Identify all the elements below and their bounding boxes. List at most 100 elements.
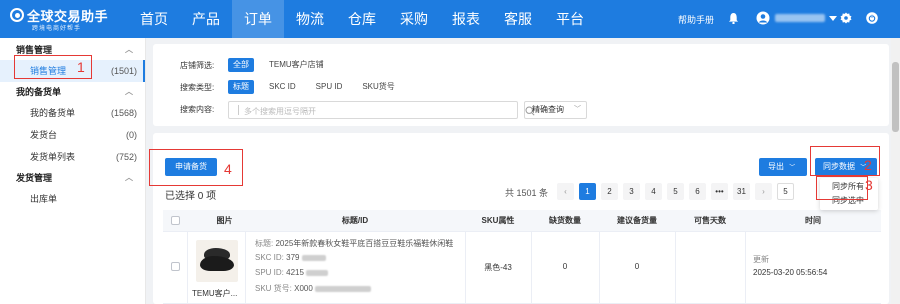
shop-option-all[interactable]: 全部 [228, 58, 254, 72]
column-divider [675, 232, 676, 304]
page-size-select[interactable]: 5 [777, 183, 794, 200]
sidebar-item-count: (1501) [110, 66, 137, 76]
sidebar-item-my-stock-orders[interactable]: 我的备货单 (1568) [0, 102, 145, 124]
menu-item-service[interactable]: 客服 [492, 0, 544, 38]
table-row[interactable]: TEMU客户... 标题: 2025年新款春秋女鞋平底百搭豆豆鞋乐福鞋休闲鞋 S… [163, 232, 881, 304]
sidebar-item-outbound-orders[interactable]: 出库单 [0, 188, 145, 210]
user-name-redacted [775, 14, 825, 22]
col-header-time: 时间 [805, 216, 821, 225]
page-button[interactable]: 2 [601, 183, 618, 200]
pagination: ‹ 1 2 3 4 5 6 ••• 31 › 5 [557, 183, 799, 200]
column-divider [245, 232, 246, 304]
sidebar-item-shipping-desk[interactable]: 发货台 (0) [0, 124, 145, 146]
shop-option-temu[interactable]: TEMU客户店铺 [264, 58, 329, 72]
chevron-up-icon: ︿ [125, 87, 133, 96]
app-logo[interactable]: 全球交易助手 跨境电商好帮手 [10, 5, 118, 33]
power-icon[interactable] [866, 12, 878, 24]
time-value: 2025-03-20 05:56:54 [753, 268, 828, 277]
chevron-up-icon: ︿ [125, 45, 133, 54]
page-button[interactable]: 3 [623, 183, 640, 200]
title-key: 标题: [255, 239, 274, 248]
redacted-value [305, 269, 328, 276]
shop-filter-row: 店铺筛选: 全部 TEMU客户店铺 [180, 57, 339, 73]
page-ellipsis[interactable]: ••• [711, 183, 728, 200]
export-button[interactable]: 导出 ﹀ [759, 158, 807, 176]
col-header-shortage: 缺货数量 [549, 216, 581, 225]
sidebar-item-count: (752) [115, 152, 137, 162]
menu-item-reports[interactable]: 报表 [440, 0, 492, 38]
bell-icon[interactable] [728, 12, 739, 24]
select-all-checkbox[interactable] [171, 216, 180, 225]
sku-code: SKU 货号: X000 [255, 283, 371, 294]
spu-value: 4215 [286, 268, 304, 277]
sidebar-group-label: 销售管理 [16, 45, 53, 55]
total-count: 共 1501 条 [505, 188, 549, 198]
sidebar-item-shipment-list[interactable]: 发货单列表 (752) [0, 146, 145, 168]
page-button[interactable]: 1 [579, 183, 596, 200]
spu-key: SPU ID: [255, 268, 284, 277]
chevron-up-icon: ︿ [125, 173, 133, 182]
selected-count: 已选择 0 项 [165, 191, 217, 202]
page-button[interactable]: 5 [667, 183, 684, 200]
annotation-number: 4 [224, 161, 232, 177]
sku-value: X000 [294, 284, 313, 293]
chevron-down-icon: ﹀ [789, 165, 796, 171]
sku-key: SKU 货号: [255, 284, 292, 293]
search-type-label: 搜索类型: [180, 82, 215, 92]
time-label: 更新 [753, 255, 769, 264]
menu-item-orders[interactable]: 订单 [232, 0, 284, 38]
chevron-down-icon: ﹀ [574, 106, 581, 113]
type-option-sku-code[interactable]: SKU货号 [357, 80, 399, 94]
sku-attribute: 黑色-43 [484, 263, 512, 272]
skc-value: 379 [286, 253, 300, 262]
caret-down-icon [829, 15, 837, 21]
menu-item-home[interactable]: 首页 [128, 0, 180, 38]
sidebar-item-label: 发货台 [30, 130, 58, 140]
help-manual-link[interactable]: 帮助手册 [678, 13, 714, 26]
scrollbar-thumb[interactable] [892, 62, 899, 132]
col-header-sellable-days: 可售天数 [694, 216, 726, 225]
shortage-quantity: 0 [562, 262, 568, 271]
annotation-number: 1 [77, 59, 85, 75]
search-placeholder: 多个搜索用逗号隔开 [244, 107, 316, 116]
prev-page-button[interactable]: ‹ [557, 183, 574, 200]
menu-item-purchase[interactable]: 采购 [388, 0, 440, 38]
annotation-box [816, 176, 868, 200]
type-option-spu-id[interactable]: SPU ID [311, 80, 348, 94]
type-option-skc-id[interactable]: SKC ID [264, 80, 301, 94]
page-button[interactable]: 4 [645, 183, 662, 200]
page-button[interactable]: 6 [689, 183, 706, 200]
title-value: 2025年新款春秋女鞋平底百搭豆豆鞋乐福鞋休闲鞋 [275, 239, 454, 248]
page-scrollbar[interactable] [891, 38, 900, 304]
gear-icon[interactable] [840, 12, 852, 24]
menu-item-platform[interactable]: 平台 [544, 0, 596, 38]
page-button[interactable]: 31 [733, 183, 750, 200]
suggested-stock-quantity: 0 [634, 262, 640, 271]
sidebar-group-stock-orders[interactable]: 我的备货单 ︿ [0, 82, 145, 102]
sidebar-item-count: (1568) [110, 108, 137, 118]
skc-key: SKC ID: [255, 253, 284, 262]
globe-logo-icon [10, 8, 24, 22]
sidebar-item-count: (0) [126, 130, 137, 140]
type-option-title[interactable]: 标题 [228, 80, 254, 94]
search-input[interactable]: 多个搜索用逗号隔开 [228, 101, 535, 119]
product-title: 标题: 2025年新款春秋女鞋平底百搭豆豆鞋乐福鞋休闲鞋 [255, 238, 453, 249]
logo-subtitle: 跨境电商好帮手 [32, 26, 82, 32]
column-divider [745, 232, 746, 304]
annotation-number: 3 [865, 177, 873, 193]
menu-item-warehouse[interactable]: 仓库 [336, 0, 388, 38]
sidebar-item-label: 我的备货单 [30, 108, 76, 118]
search-mode-select[interactable]: 精确查询 ﹀ [524, 101, 587, 119]
product-image[interactable] [196, 240, 238, 282]
sidebar-group-shipping-management[interactable]: 发货管理 ︿ [0, 168, 145, 188]
sidebar-group-label: 我的备货单 [16, 87, 62, 97]
user-menu[interactable] [756, 11, 837, 25]
menu-item-logistics[interactable]: 物流 [284, 0, 336, 38]
next-page-button[interactable]: › [755, 183, 772, 200]
menu-item-products[interactable]: 产品 [180, 0, 232, 38]
user-icon [756, 11, 770, 25]
search-mode-value: 精确查询 [532, 105, 564, 114]
row-checkbox[interactable] [171, 262, 180, 271]
annotation-number: 2 [864, 157, 872, 173]
sidebar-group-label: 发货管理 [16, 173, 53, 183]
